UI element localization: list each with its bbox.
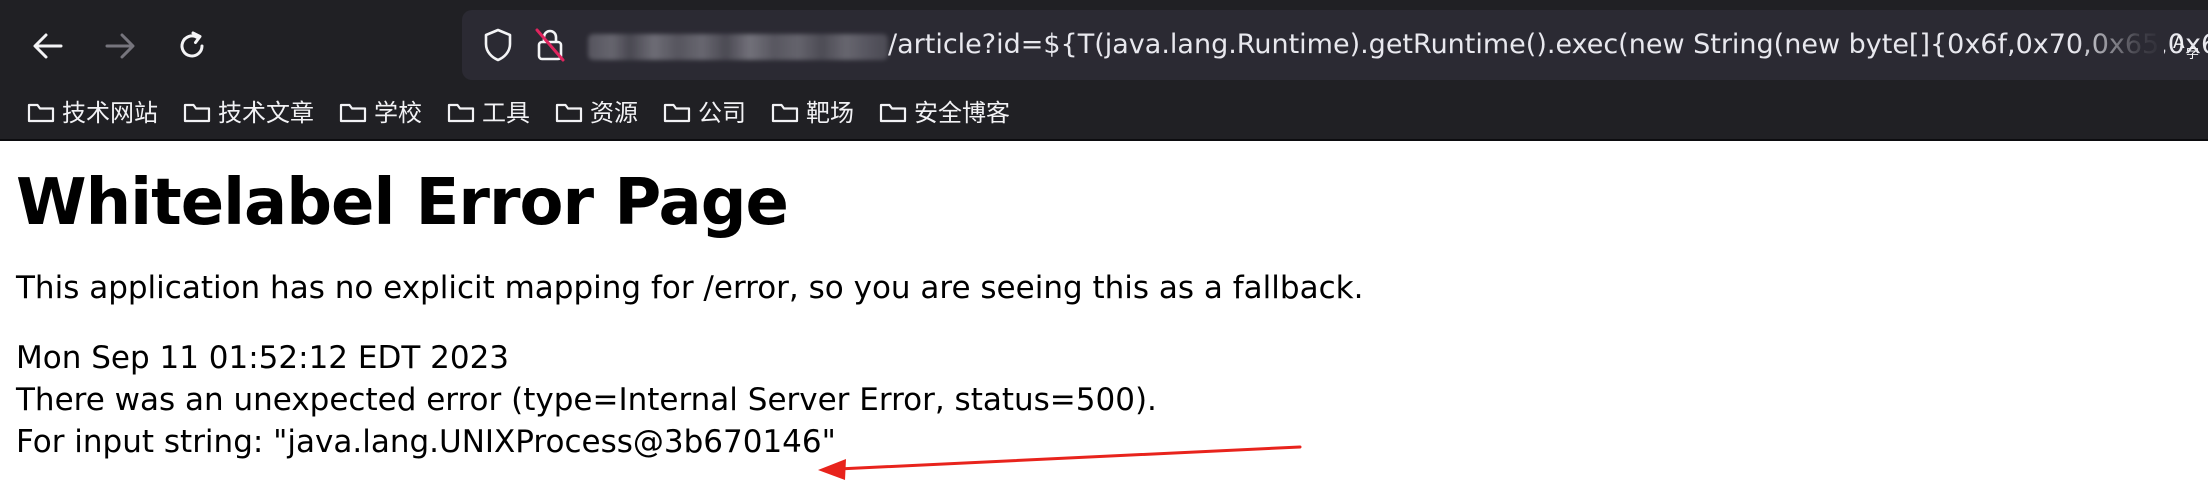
back-button[interactable] [22, 20, 74, 72]
bookmark-folder[interactable]: 公司 [656, 94, 752, 132]
folder-icon [770, 101, 800, 125]
folder-icon [446, 101, 476, 125]
bookmark-folder[interactable]: 工具 [440, 94, 536, 132]
folder-icon [662, 101, 692, 125]
bookmark-folder[interactable]: 学校 [332, 94, 428, 132]
bookmarks-toolbar: 技术网站 技术文章 学校 工具 资源 公司 靶场 安全博客 [20, 94, 1028, 132]
arrow-right-icon [103, 29, 137, 63]
redacted-hostname [588, 34, 888, 60]
bookmark-folder[interactable]: 技术网站 [20, 94, 164, 132]
address-bar[interactable]: /article?id=${T(java.lang.Runtime).getRu… [462, 10, 2208, 80]
url-path-text[interactable]: /article?id=${T(java.lang.Runtime).getRu… [888, 27, 2208, 63]
error-timestamp: Mon Sep 11 01:52:12 EDT 2023 [16, 340, 510, 376]
bookmark-folder[interactable]: 安全博客 [872, 94, 1016, 132]
svg-text:A: A [2173, 33, 2185, 53]
bookmark-label: 公司 [698, 99, 746, 127]
error-detail: For input string: "java.lang.UNIXProcess… [16, 424, 836, 460]
bookmark-label: 安全博客 [914, 99, 1010, 127]
bookmark-folder[interactable]: 资源 [548, 94, 644, 132]
forward-button[interactable] [94, 20, 146, 72]
folder-icon [878, 101, 908, 125]
shield-icon[interactable] [480, 27, 516, 63]
bookmark-label: 学校 [374, 99, 422, 127]
error-summary: There was an unexpected error (type=Inte… [16, 382, 1157, 418]
svg-text:字: 字 [2186, 47, 2199, 61]
bookmark-label: 靶场 [806, 99, 854, 127]
error-page: Whitelabel Error Page This application h… [16, 141, 2186, 463]
folder-icon [182, 101, 212, 125]
reload-button[interactable] [166, 20, 218, 72]
translate-icon[interactable]: A 字 [2170, 28, 2204, 62]
reload-icon [175, 29, 209, 63]
fallback-message: This application has no explicit mapping… [16, 270, 1364, 306]
bookmark-label: 技术网站 [62, 99, 158, 127]
url-overflow-fade [2074, 10, 2164, 80]
folder-icon [26, 101, 56, 125]
bookmark-label: 工具 [482, 99, 530, 127]
browser-chrome: /article?id=${T(java.lang.Runtime).getRu… [0, 0, 2208, 141]
bookmark-folder[interactable]: 靶场 [764, 94, 860, 132]
bookmark-label: 资源 [590, 99, 638, 127]
insecure-lock-icon[interactable] [532, 26, 568, 64]
folder-icon [554, 101, 584, 125]
error-details: Mon Sep 11 01:52:12 EDT 2023 There was a… [16, 337, 2186, 463]
bookmark-folder[interactable]: 技术文章 [176, 94, 320, 132]
bookmark-label: 技术文章 [218, 99, 314, 127]
arrow-left-icon [31, 29, 65, 63]
page-title: Whitelabel Error Page [16, 166, 789, 240]
folder-icon [338, 101, 368, 125]
